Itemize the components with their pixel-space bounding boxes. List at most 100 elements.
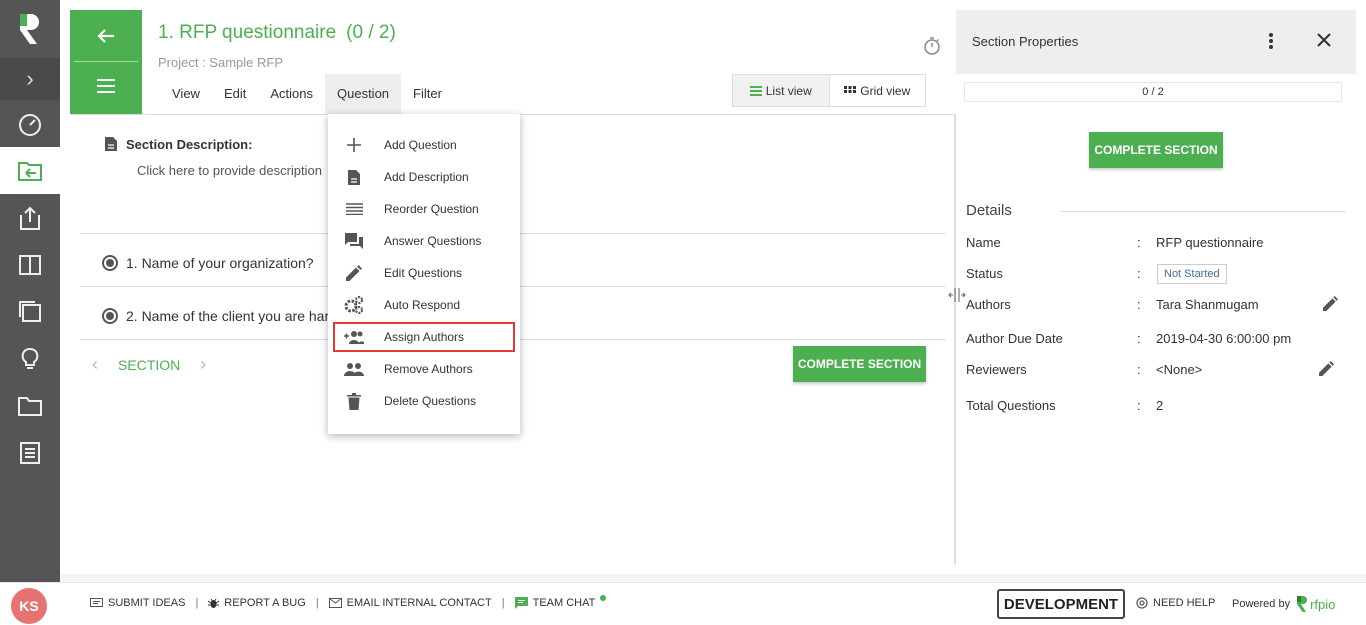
- chevron-right-icon: ›: [26, 66, 34, 91]
- user-avatar[interactable]: KS: [11, 588, 47, 624]
- header-action-block: [70, 10, 142, 114]
- powered-by: Powered by rfpio: [1232, 595, 1335, 613]
- complete-section-button[interactable]: COMPLETE SECTION: [793, 346, 926, 382]
- question-row[interactable]: 1. Name of your organization?: [102, 255, 314, 271]
- footer-separator: |: [195, 597, 199, 609]
- menu-item-label: Reorder Question: [384, 202, 479, 216]
- menu-view[interactable]: View: [160, 74, 212, 114]
- edit-authors-button[interactable]: [1323, 296, 1338, 314]
- resize-handle-icon[interactable]: [948, 288, 966, 305]
- pencil-icon: [1319, 361, 1334, 376]
- hamburger-icon: [97, 79, 115, 93]
- complete-section-button-panel[interactable]: COMPLETE SECTION: [1089, 132, 1223, 168]
- sidebar-item-reports[interactable]: [0, 429, 60, 476]
- email-contact-link[interactable]: EMAIL INTERNAL CONTACT: [328, 597, 492, 609]
- detail-value-due-date: 2019-04-30 6:00:00 pm: [1156, 331, 1292, 346]
- list-icon: [749, 85, 762, 96]
- copy-icon: [19, 300, 41, 322]
- sidebar-item-files[interactable]: [0, 382, 60, 429]
- report-bug-link[interactable]: REPORT A BUG: [208, 597, 306, 609]
- grid-view-button[interactable]: Grid view: [830, 75, 926, 106]
- detail-value-total: 2: [1156, 398, 1164, 413]
- brand-logo[interactable]: rfpio: [1296, 595, 1335, 613]
- list-view-button[interactable]: List view: [733, 75, 830, 106]
- section-description-input[interactable]: Click here to provide description: [137, 163, 322, 178]
- panel-splitter[interactable]: [954, 114, 956, 564]
- submit-ideas-link[interactable]: SUBMIT IDEAS: [90, 597, 185, 609]
- grid-view-label: Grid view: [860, 83, 911, 98]
- next-section-icon[interactable]: ›: [200, 354, 206, 375]
- detail-label-status: Status: [966, 266, 1003, 281]
- detail-colon: :: [1137, 235, 1141, 250]
- people-icon: [344, 359, 364, 379]
- back-button[interactable]: [74, 10, 138, 62]
- detail-colon: :: [1137, 362, 1141, 377]
- section-title: 1. RFP questionnaire: [158, 22, 337, 43]
- menu-bar: View Edit Actions Question Filter: [160, 74, 454, 114]
- question-menu-dropdown: Add Question Add Description Reorder Que…: [328, 114, 520, 434]
- menu-item-delete-questions[interactable]: Delete Questions: [328, 385, 520, 417]
- edit-reviewers-button[interactable]: [1319, 361, 1334, 379]
- grid-icon: [844, 85, 857, 93]
- question-row[interactable]: 2. Name of the client you are har: [102, 308, 329, 324]
- menu-item-add-question[interactable]: Add Question: [328, 129, 520, 161]
- section-progress-bar: 0 / 2: [964, 82, 1342, 102]
- question-status-icon: [102, 308, 118, 324]
- footer-links: SUBMIT IDEAS | REPORT A BUG | EMAIL INTE…: [90, 595, 607, 609]
- need-help-link[interactable]: NEED HELP: [1136, 597, 1215, 609]
- menu-item-add-description[interactable]: Add Description: [328, 161, 520, 193]
- submit-ideas-label: SUBMIT IDEAS: [108, 597, 186, 609]
- menu-item-answer-questions[interactable]: Answer Questions: [328, 225, 520, 257]
- sidebar-item-library[interactable]: [0, 241, 60, 288]
- content-bottom-strip: [60, 574, 1366, 582]
- powered-by-label: Powered by: [1232, 598, 1291, 610]
- menu-item-label: Assign Authors: [384, 330, 465, 344]
- trash-icon: [344, 391, 364, 411]
- detail-label-total: Total Questions: [966, 398, 1056, 413]
- menu-question[interactable]: Question: [325, 74, 402, 114]
- plus-icon: [344, 135, 364, 155]
- book-icon: [19, 254, 41, 275]
- detail-label-due-date: Author Due Date: [966, 331, 1063, 346]
- detail-label-reviewers: Reviewers: [966, 362, 1027, 377]
- detail-colon: :: [1137, 297, 1141, 312]
- footer-separator: |: [501, 597, 505, 609]
- gears-icon: [344, 295, 364, 315]
- menu-actions[interactable]: Actions: [258, 74, 325, 114]
- menu-item-remove-authors[interactable]: Remove Authors: [328, 353, 520, 385]
- close-icon: [1317, 33, 1331, 47]
- left-sidebar: ›: [0, 0, 66, 582]
- menu-edit[interactable]: Edit: [212, 74, 258, 114]
- sidebar-item-ideas[interactable]: [0, 335, 60, 382]
- timer-button[interactable]: [922, 36, 942, 59]
- team-chat-link[interactable]: TEAM CHAT: [514, 595, 607, 609]
- menu-filter[interactable]: Filter: [401, 74, 454, 114]
- expand-sidebar-button[interactable]: ›: [0, 58, 60, 100]
- footer-separator: |: [315, 597, 319, 609]
- view-toggle: List view Grid view: [732, 74, 926, 107]
- menu-item-reorder-question[interactable]: Reorder Question: [328, 193, 520, 225]
- sidebar-item-projects[interactable]: [0, 147, 66, 194]
- menu-item-edit-questions[interactable]: Edit Questions: [328, 257, 520, 289]
- status-badge: Not Started: [1157, 264, 1227, 284]
- section-nav-label: SECTION: [118, 356, 181, 373]
- rfpio-logo-icon: [20, 14, 39, 44]
- detail-value-authors: Tara Shanmugam: [1156, 297, 1259, 312]
- section-navigation: ‹ SECTION ›: [92, 354, 206, 375]
- sidebar-item-dashboard[interactable]: [0, 100, 60, 147]
- sidebar-item-documents[interactable]: [0, 288, 60, 335]
- menu-item-auto-respond[interactable]: Auto Respond: [328, 289, 520, 321]
- close-panel-button[interactable]: [1316, 32, 1332, 51]
- detail-colon: :: [1137, 398, 1141, 413]
- rfpio-logo[interactable]: [0, 0, 60, 58]
- team-chat-label: TEAM CHAT: [532, 597, 596, 609]
- sidebar-item-export[interactable]: [0, 194, 60, 241]
- previous-section-icon[interactable]: ‹: [92, 354, 98, 375]
- menu-item-label: Edit Questions: [384, 266, 463, 280]
- menu-item-label: Add Description: [384, 170, 469, 184]
- more-options-button[interactable]: [1268, 32, 1274, 53]
- list-view-label: List view: [765, 83, 812, 98]
- report-bug-label: REPORT A BUG: [224, 597, 306, 609]
- hamburger-menu-button[interactable]: [70, 62, 142, 110]
- menu-item-assign-authors[interactable]: Assign Authors: [332, 321, 516, 353]
